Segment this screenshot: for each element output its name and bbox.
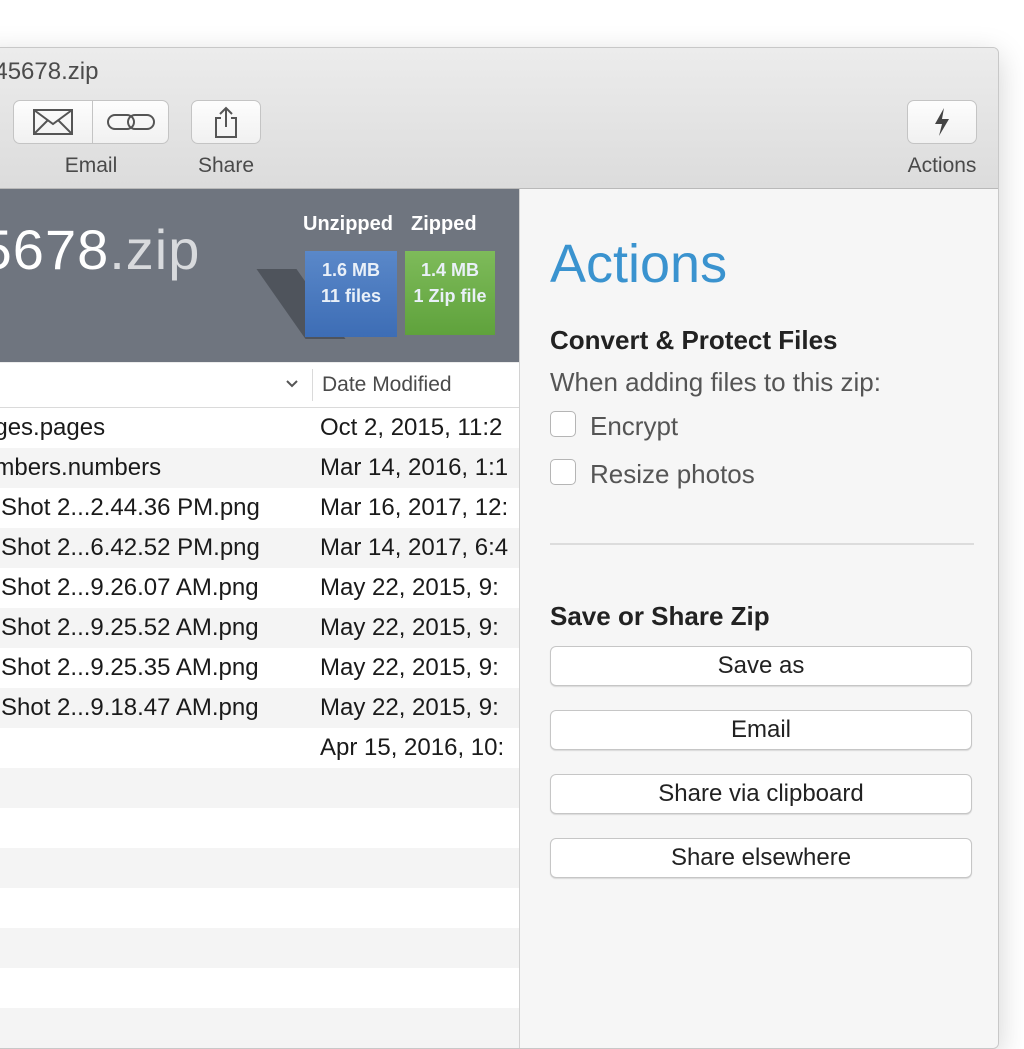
link-icon — [107, 114, 155, 130]
actions-toolbar-button[interactable] — [907, 100, 977, 144]
convert-subtitle: When adding files to this zip: — [550, 367, 881, 397]
unzipped-size: 1.6 MB — [321, 260, 381, 280]
toolbar: 345678.zip Email — [0, 48, 998, 189]
resize-photos-label[interactable]: Resize photos — [590, 459, 755, 490]
unzipped-count: 11 files — [320, 286, 382, 306]
share-toolbar-label: Share — [197, 154, 255, 177]
column-separator — [312, 369, 313, 401]
lightning-icon — [935, 108, 949, 136]
empty-row — [0, 768, 519, 808]
zipped-size: 1.4 MB — [420, 260, 480, 280]
window-title: 345678.zip — [0, 58, 99, 85]
file-name-cell: ages.pages — [0, 414, 106, 441]
empty-row — [0, 928, 519, 968]
app-window: 345678.zip Email — [0, 47, 999, 1049]
unzipped-size-cube: 1.6 MB 11 files — [305, 251, 397, 337]
zip-summary-banner: -5678.zip Unzipped Zipped 1.6 MB 11 file… — [0, 189, 519, 362]
empty-row — [0, 888, 519, 928]
date-modified-cell: May 22, 2015, 9: — [320, 654, 499, 681]
table-row[interactable]: ages.pages Oct 2, 2015, 11:2 — [0, 408, 519, 448]
table-row[interactable]: n Shot 2...9.25.52 AM.png May 22, 2015, 9… — [0, 608, 519, 648]
zip-file-name: -5678.zip — [0, 217, 200, 282]
empty-row — [0, 808, 519, 848]
zipped-count: 1 Zip file — [413, 286, 487, 306]
envelope-icon — [33, 109, 73, 135]
chevron-down-icon[interactable] — [285, 379, 299, 389]
convert-protect-heading: Convert & Protect Files — [550, 325, 838, 355]
share-icon — [215, 106, 237, 138]
table-row[interactable]: n Shot 2...9.25.35 AM.png May 22, 2015, 9… — [0, 648, 519, 688]
email-toolbar-label: Email — [64, 154, 118, 177]
link-toolbar-button[interactable] — [93, 101, 169, 143]
date-modified-cell: Mar 16, 2017, 12: — [320, 494, 509, 521]
share-via-clipboard-button[interactable]: Share via clipboard — [550, 774, 972, 814]
actions-toolbar-label: Actions — [907, 154, 977, 177]
unzipped-heading: Unzipped — [303, 213, 393, 235]
file-name-cell: umbers.numbers — [0, 454, 162, 481]
file-list-header: Date Modified — [0, 363, 519, 408]
date-modified-cell: Mar 14, 2016, 1:1 — [320, 454, 509, 481]
share-toolbar-button[interactable] — [191, 100, 261, 144]
table-row[interactable]: n Shot 2...9.26.07 AM.png May 22, 2015, 9… — [0, 568, 519, 608]
email-toolbar-button[interactable] — [14, 101, 92, 143]
empty-row — [0, 848, 519, 888]
date-modified-cell: May 22, 2015, 9: — [320, 574, 499, 601]
actions-panel: Actions Convert & Protect Files When add… — [519, 189, 998, 1048]
zipped-size-cube: 1.4 MB 1 Zip file — [405, 251, 495, 335]
date-modified-cell: Apr 15, 2016, 10: — [320, 734, 505, 761]
resize-photos-checkbox[interactable] — [550, 459, 576, 485]
empty-row — [0, 968, 519, 1008]
file-name-cell: n Shot 2...9.18.47 AM.png — [0, 694, 259, 721]
zipped-heading: Zipped — [411, 213, 477, 235]
table-row[interactable]: Apr 15, 2016, 10: — [0, 728, 519, 768]
file-name-cell: n Shot 2...9.26.07 AM.png — [0, 574, 259, 601]
empty-row — [0, 1008, 519, 1048]
file-list: Date Modified ages.pages Oct 2, 2015, 11:… — [0, 363, 519, 1048]
file-name-cell: n Shot 2...9.25.52 AM.png — [0, 614, 259, 641]
table-row[interactable]: n Shot 2...9.18.47 AM.png May 22, 2015, 9… — [0, 688, 519, 728]
file-name-cell: n Shot 2...6.42.52 PM.png — [0, 534, 260, 561]
date-modified-cell: Oct 2, 2015, 11:2 — [320, 414, 503, 441]
date-modified-cell: May 22, 2015, 9: — [320, 614, 499, 641]
email-link-segmented-control — [13, 100, 169, 144]
actions-panel-title: Actions — [550, 234, 728, 294]
date-modified-column-header[interactable]: Date Modified — [322, 373, 452, 397]
table-row[interactable]: n Shot 2...6.42.52 PM.png Mar 14, 2017, 6… — [0, 528, 519, 568]
table-row[interactable]: n Shot 2...2.44.36 PM.png Mar 16, 2017, 1… — [0, 488, 519, 528]
encrypt-checkbox[interactable] — [550, 411, 576, 437]
table-row[interactable]: umbers.numbers Mar 14, 2016, 1:1 — [0, 448, 519, 488]
email-button[interactable]: Email — [550, 710, 972, 750]
encrypt-label[interactable]: Encrypt — [590, 411, 678, 442]
zip-file-basename: -5678 — [0, 218, 110, 281]
panel-divider — [550, 543, 974, 545]
save-as-button[interactable]: Save as — [550, 646, 972, 686]
file-name-cell: n Shot 2...9.25.35 AM.png — [0, 654, 259, 681]
save-share-heading: Save or Share Zip — [550, 601, 770, 631]
zip-file-extension: .zip — [109, 218, 201, 281]
file-name-cell: n Shot 2...2.44.36 PM.png — [0, 494, 260, 521]
date-modified-cell: May 22, 2015, 9: — [320, 694, 499, 721]
share-elsewhere-button[interactable]: Share elsewhere — [550, 838, 972, 878]
date-modified-cell: Mar 14, 2017, 6:4 — [320, 534, 509, 561]
